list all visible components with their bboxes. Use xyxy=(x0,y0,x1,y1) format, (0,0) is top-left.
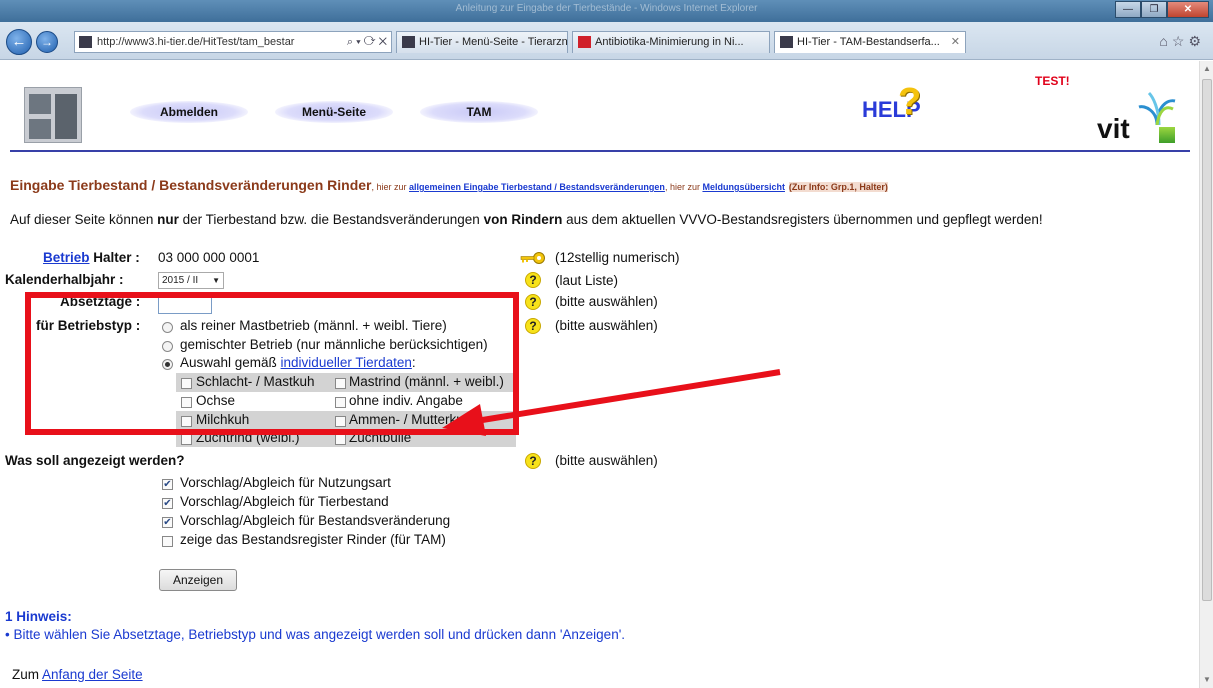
tab-favicon-icon xyxy=(402,36,415,48)
window-title: Anleitung zur Eingabe der Tierbestände -… xyxy=(455,3,758,14)
hinweis-title: 1 Hinweis: xyxy=(5,609,72,624)
header-divider xyxy=(10,150,1190,152)
page-title-text: Eingabe Tierbestand / Bestandsveränderun… xyxy=(10,177,372,193)
maximize-icon[interactable]: ❐ xyxy=(1141,1,1167,18)
vit-logo: vit xyxy=(1097,91,1187,147)
intro-bold: nur xyxy=(157,212,179,227)
browser-tab-3[interactable]: HI-Tier - TAM-Bestandserfa... ✕ xyxy=(774,31,966,53)
tab-label: Antibiotika-Minimierung in Ni... xyxy=(595,36,744,48)
browser-tab-2[interactable]: Antibiotika-Minimierung in Ni... xyxy=(572,31,770,53)
chevron-down-icon: ▼ xyxy=(212,276,220,285)
option-label: Vorschlag/Abgleich für Nutzungsart xyxy=(180,475,391,490)
option-nutzungsart-checkbox[interactable]: ✔ xyxy=(162,479,173,490)
browser-toolbar: ← → http://www3.hi-tier.de/HitTest/tam_b… xyxy=(0,22,1213,60)
back-icon[interactable]: ← xyxy=(6,29,32,55)
kalender-select[interactable]: 2015 / II ▼ xyxy=(158,272,224,289)
option-tierbestand-checkbox[interactable]: ✔ xyxy=(162,498,173,509)
settings-gear-icon[interactable]: ⚙ xyxy=(1188,33,1205,49)
page-content: Abmelden Menü-Seite TAM HELP? TEST! vit … xyxy=(0,61,1199,688)
title-sep-2: , hier zur xyxy=(664,182,703,192)
option-label: zeige das Bestandsregister Rinder (für T… xyxy=(180,532,446,547)
tam-button[interactable]: TAM xyxy=(420,101,538,123)
help-question-icon[interactable]: ? xyxy=(525,453,541,469)
intro-part: der Tierbestand bzw. die Bestandsverände… xyxy=(178,212,484,227)
address-url: http://www3.hi-tier.de/HitTest/tam_besta… xyxy=(97,36,295,48)
page-title: Eingabe Tierbestand / Bestandsveränderun… xyxy=(10,177,888,193)
anzeigen-button[interactable]: Anzeigen xyxy=(159,569,237,591)
help-question-icon: ? xyxy=(898,81,922,123)
help-button[interactable]: HELP? xyxy=(862,81,921,123)
intro-text: Auf dieser Seite können nur der Tierbest… xyxy=(10,212,1043,227)
intro-part: Auf dieser Seite können xyxy=(10,212,158,227)
absetztage-hint: (bitte auswählen) xyxy=(555,294,658,309)
close-icon[interactable]: ✕ xyxy=(1167,1,1209,18)
general-input-link[interactable]: allgemeinen Eingabe Tierbestand / Bestan… xyxy=(409,182,665,192)
was-label: Was soll angezeigt werden? xyxy=(5,453,185,468)
kalender-hint: (laut Liste) xyxy=(555,273,619,288)
address-bar[interactable]: http://www3.hi-tier.de/HitTest/tam_besta… xyxy=(74,31,392,53)
help-question-icon[interactable]: ? xyxy=(525,272,541,288)
was-hint: (bitte auswählen) xyxy=(555,453,658,468)
option-bestandsveraenderung-checkbox[interactable]: ✔ xyxy=(162,517,173,528)
forward-icon[interactable]: → xyxy=(36,31,58,53)
window-titlebar: Anleitung zur Eingabe der Tierbestände -… xyxy=(0,0,1213,22)
tab-close-icon[interactable]: ✕ xyxy=(951,32,960,52)
vit-square-icon xyxy=(1159,127,1175,143)
intro-part: aus dem aktuellen VVVO-Bestandsregisters… xyxy=(562,212,1043,227)
option-bestandsregister-checkbox[interactable] xyxy=(162,536,173,547)
help-question-icon[interactable]: ? xyxy=(525,294,541,310)
vit-text: vit xyxy=(1097,113,1130,144)
help-question-icon[interactable]: ? xyxy=(525,318,541,334)
hinweis-text: • Bitte wählen Sie Absetztage, Betriebst… xyxy=(5,627,626,642)
kalender-label-text: Kalenderhalbjahr : xyxy=(5,272,124,287)
address-controls-icon[interactable]: ⌕ ▾ ⟳ ✕ xyxy=(347,32,387,52)
was-label-text: Was soll angezeigt werden? xyxy=(5,453,185,468)
betrieb-hint: (12stellig numerisch) xyxy=(555,250,680,265)
toolbar-icons: ⌂☆⚙ xyxy=(1159,33,1205,50)
intro-bold: von Rindern xyxy=(483,212,563,227)
annotation-arrow-icon xyxy=(442,369,781,436)
key-icon xyxy=(520,252,545,264)
tab-favicon-icon xyxy=(780,36,793,48)
scrollbar-thumb[interactable] xyxy=(1202,79,1212,601)
tab-favicon-icon xyxy=(578,36,591,48)
window-controls: — ❐ ✕ xyxy=(1115,1,1209,18)
fountain-icon xyxy=(1138,91,1176,125)
hi-tier-logo xyxy=(24,87,82,143)
option-label: Vorschlag/Abgleich für Tierbestand xyxy=(180,494,389,509)
tab-label: HI-Tier - TAM-Bestandserfa... xyxy=(797,36,940,48)
option-label: Vorschlag/Abgleich für Bestandsveränderu… xyxy=(180,513,451,528)
minimize-icon[interactable]: — xyxy=(1115,1,1141,18)
tab-label: HI-Tier - Menü-Seite - Tierarzn... xyxy=(419,36,568,48)
scroll-up-icon[interactable]: ▲ xyxy=(1203,64,1211,73)
betrieb-link[interactable]: Betrieb xyxy=(43,250,90,265)
halter-label: Halter : xyxy=(93,250,140,265)
back-to-top: Zum Anfang der Seite xyxy=(12,667,143,682)
betrieb-value: 03 000 000 0001 xyxy=(158,250,260,265)
checkbox-zuchtrind[interactable] xyxy=(181,434,192,445)
favorites-star-icon[interactable]: ☆ xyxy=(1172,33,1189,49)
back-to-top-pre: Zum xyxy=(12,667,43,682)
kalender-label: Kalenderhalbjahr : xyxy=(5,272,124,287)
message-overview-link[interactable]: Meldungsübersicht xyxy=(702,182,785,192)
site-favicon-icon xyxy=(79,36,92,48)
menu-page-button[interactable]: Menü-Seite xyxy=(275,101,393,123)
logout-button[interactable]: Abmelden xyxy=(130,101,248,123)
checkbox-zuchtbulle[interactable] xyxy=(335,434,346,445)
page-scrollbar[interactable]: ▲ ▼ xyxy=(1199,61,1213,688)
back-to-top-link[interactable]: Anfang der Seite xyxy=(42,667,143,682)
title-sep-1: , hier zur xyxy=(371,182,410,192)
betrieb-row-label: Betrieb Halter : xyxy=(43,250,140,265)
home-icon[interactable]: ⌂ xyxy=(1159,33,1171,49)
test-label: TEST! xyxy=(1035,74,1070,88)
scroll-down-icon[interactable]: ▼ xyxy=(1203,675,1211,684)
kalender-select-value: 2015 / II xyxy=(162,275,199,286)
betriebstyp-hint: (bitte auswählen) xyxy=(555,318,658,333)
browser-tab-1[interactable]: HI-Tier - Menü-Seite - Tierarzn... xyxy=(396,31,568,53)
info-badge: (Zur Info: Grp.1, Halter) xyxy=(788,182,888,192)
